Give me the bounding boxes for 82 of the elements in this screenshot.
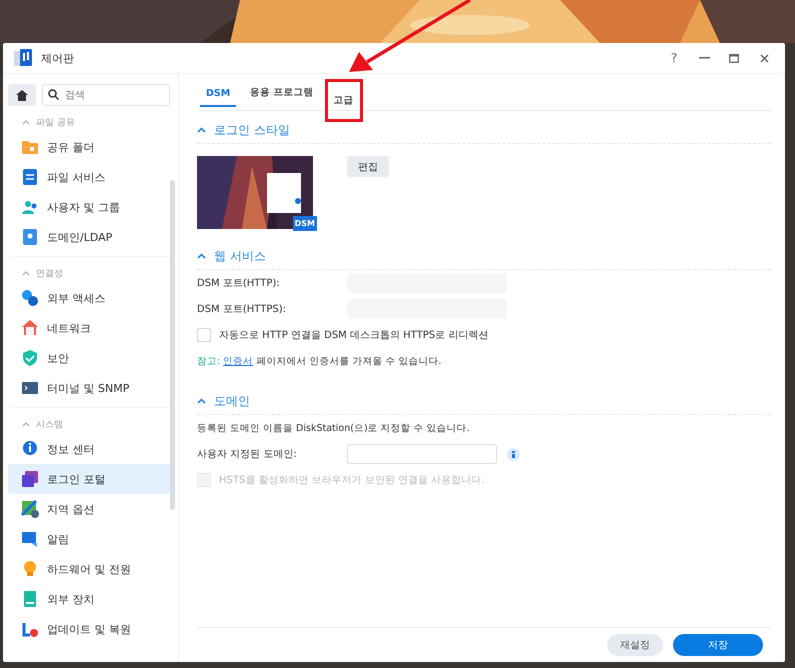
field-label: DSM 포트(HTTP): [197,277,281,290]
close-icon [760,54,768,62]
logo-badge: DSM [292,216,317,231]
save-button[interactable]: 저장 [673,634,763,656]
scrollbar[interactable] [170,180,175,510]
refresh-icon [21,620,39,638]
control-panel-icon [13,48,33,68]
sidebar-item[interactable]: 도메인/LDAP [8,222,170,252]
item-label: 네트워크 [47,320,91,336]
tab[interactable]: DSM [197,85,240,110]
item-label: 공유 폴더 [47,140,94,154]
item-label: 도메인/LDAP [47,230,112,244]
home-button[interactable] [8,84,36,106]
window-title: 제어판 [41,50,75,66]
collapse-icon [197,398,206,404]
collapse-icon [197,127,206,133]
home-icon [16,90,28,100]
item-label: 사용자 및 그룹 [47,200,120,214]
item-label: 파일 서비스 [47,170,106,184]
collapse-icon [22,270,30,276]
sidebar-item[interactable]: 보안 [8,343,170,373]
field-label: DSM 포트(HTTPS): [197,303,287,316]
field-label: 사용자 지정된 도메인: [197,448,298,461]
sidebar-item[interactable]: 사용자 및 그룹 [8,192,170,222]
item-label: 보안 [47,350,69,366]
checkbox-label: 자동으로 HTTP 연결을 DSM 데스크톱의 HTTPS로 리디렉션 [219,329,488,342]
sidebar-item[interactable]: 네트워크 [8,313,170,343]
domain-input[interactable] [347,444,497,464]
sidebar-item[interactable]: 파일 서비스 [8,162,170,192]
sidebar-item[interactable]: 로그인 포털 [8,464,170,494]
collapse-icon [197,253,206,259]
item-label: 로그인 포털 [47,472,106,486]
reset-button[interactable]: 재설정 [607,634,663,656]
sidebar-item[interactable]: 외부 장치 [8,584,170,614]
folder-icon [21,138,39,156]
sidebar-item[interactable]: 공유 폴더 [8,132,170,162]
note-text: 참고: 인증서 페이지에서 인증서를 가져올 수 있습니다. [197,354,442,368]
message-icon [21,530,39,548]
sidebar-item[interactable]: 정보 센터 [8,434,170,464]
help-button[interactable]: ? [663,48,685,68]
item-label: 알림 [47,532,69,546]
sidebar-item[interactable]: 지역 옵션 [8,494,170,524]
tab[interactable]: 응용 프로그램 [241,83,322,110]
item-label: 지역 옵션 [47,502,94,516]
shield-icon [21,349,39,367]
map-icon [21,500,39,518]
section-title: 도메인 [214,392,250,410]
sidebar-item[interactable]: 외부 액세스 [8,283,170,313]
contact-card-icon [21,228,39,246]
item-label: 외부 장치 [47,592,94,606]
item-label: 정보 센터 [47,442,94,456]
edit-button[interactable]: 편집 [347,156,389,177]
info-icon[interactable] [507,448,520,460]
collapse-icon [22,120,30,124]
drive-icon [21,590,39,608]
minimize-icon [698,57,710,59]
item-label: 업데이트 및 복원 [47,622,131,636]
info-icon [21,440,39,458]
document-icon [21,168,39,186]
collapse-icon [22,422,30,426]
certificate-link[interactable]: 인증서 [223,356,254,366]
item-label: 하드웨어 및 전원 [47,562,131,576]
search-field[interactable]: 검색 [42,84,170,106]
description-text: 등록된 도메인 이름을 DiskStation(으)로 지정할 수 있습니다. [197,422,470,434]
sidebar-item[interactable]: 업데이트 및 복원 [8,614,170,644]
bulb-icon [21,560,39,578]
maximize-icon [729,54,739,62]
sidebar-item[interactable]: 하드웨어 및 전원 [8,554,170,584]
section-title: 로그인 스타일 [214,122,290,138]
item-label: 외부 액세스 [47,290,106,306]
tab[interactable]: 고급 [324,79,362,122]
link-icon [21,289,39,307]
house-icon [21,319,39,337]
users-icon [21,198,39,216]
checkbox[interactable] [197,328,211,342]
checkbox-label: HSTS를 활성화하면 브라우저가 보안된 연결을 사용합니다. [219,474,484,487]
section-title: 웹 서비스 [214,248,266,264]
portal-icon [21,470,39,488]
item-label: 터미널 및 SNMP [47,380,130,396]
terminal-icon [21,379,39,397]
sidebar-item[interactable]: 알림 [8,524,170,554]
sidebar-item[interactable]: 터미널 및 SNMP [8,373,170,403]
